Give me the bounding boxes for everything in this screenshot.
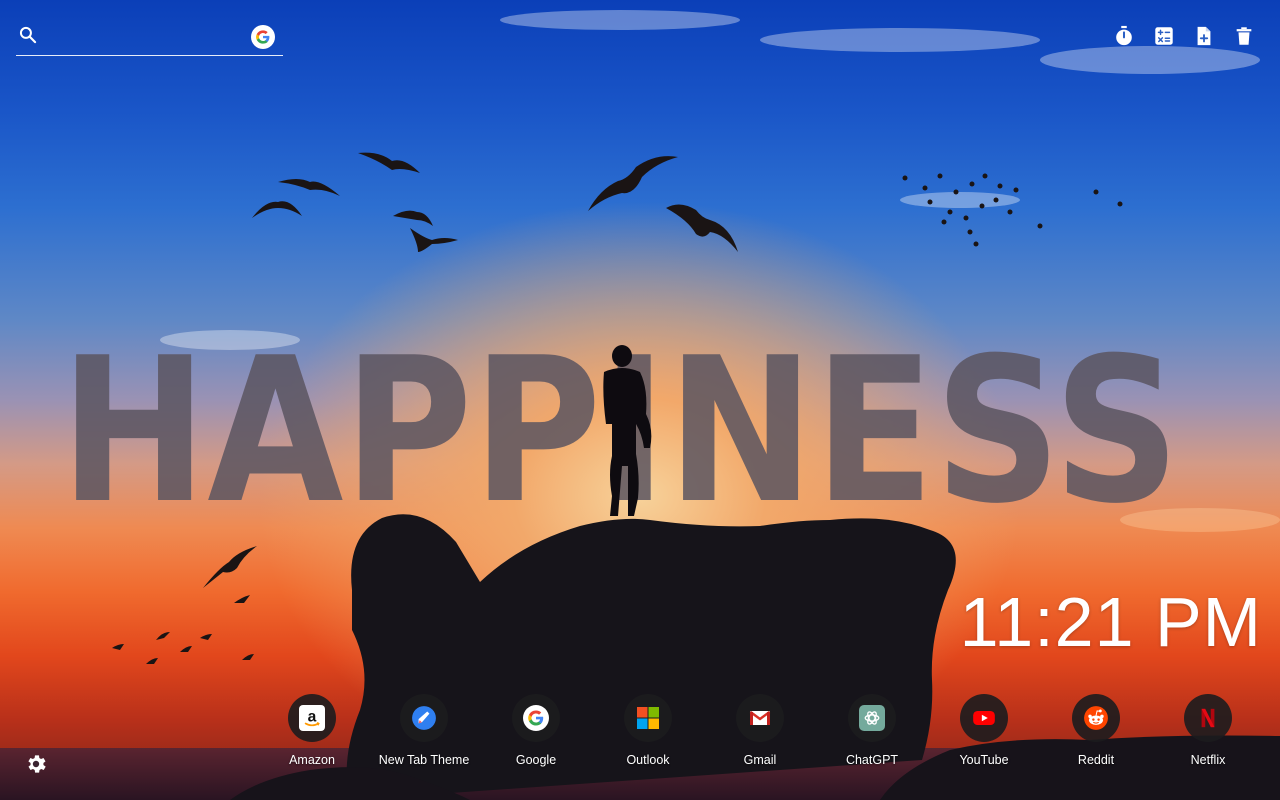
calculator-icon [1155, 27, 1173, 45]
wallpaper-scene: HAPPINESS [60, 10, 1280, 800]
google-g-icon[interactable] [251, 25, 275, 49]
youtube-icon [960, 694, 1008, 742]
search-bar [16, 20, 283, 56]
amazon-icon: a [288, 694, 336, 742]
timer-button[interactable] [1112, 24, 1136, 48]
shortcut-dock: a Amazon New Tab Theme Google Outlook Gm… [256, 694, 1264, 774]
delete-button[interactable] [1232, 24, 1256, 48]
shortcut-label: Gmail [743, 753, 777, 767]
shortcut-label: ChatGPT [845, 753, 899, 767]
netflix-icon [1184, 694, 1232, 742]
new-note-button[interactable] [1192, 24, 1216, 48]
search-icon[interactable] [18, 25, 38, 45]
shortcut-chatgpt[interactable]: ChatGPT [816, 694, 928, 774]
bird-flock [902, 173, 1123, 247]
gmail-icon [736, 694, 784, 742]
shortcut-gmail[interactable]: Gmail [704, 694, 816, 774]
shortcut-netflix[interactable]: Netflix [1152, 694, 1264, 774]
clock-time: 11:21 PM [959, 583, 1262, 661]
google-icon [512, 694, 560, 742]
shortcut-new-tab-theme[interactable]: New Tab Theme [368, 694, 480, 774]
chatgpt-icon [848, 694, 896, 742]
file-plus-icon [1197, 26, 1211, 46]
shortcut-label: YouTube [959, 753, 1009, 767]
shortcut-label: Amazon [289, 753, 335, 767]
reddit-icon [1072, 694, 1120, 742]
calculator-button[interactable] [1152, 24, 1176, 48]
top-toolbar [1112, 24, 1256, 48]
shortcut-label: Reddit [1077, 753, 1115, 767]
shortcut-google[interactable]: Google [480, 694, 592, 774]
shortcut-label: New Tab Theme [378, 753, 470, 767]
shortcut-label: Outlook [626, 753, 670, 767]
settings-button[interactable] [24, 752, 48, 776]
shortcut-amazon[interactable]: a Amazon [256, 694, 368, 774]
shortcut-reddit[interactable]: Reddit [1040, 694, 1152, 774]
new-tab-theme-icon [400, 694, 448, 742]
shortcut-youtube[interactable]: YouTube [928, 694, 1040, 774]
search-input[interactable] [50, 24, 250, 50]
svg-text:a: a [308, 709, 317, 726]
stopwatch-icon [1116, 25, 1132, 46]
shortcut-label: Google [515, 753, 557, 767]
shortcut-label: Netflix [1190, 753, 1226, 767]
trash-icon [1236, 27, 1252, 45]
shortcut-outlook[interactable]: Outlook [592, 694, 704, 774]
microsoft-icon [624, 694, 672, 742]
gear-icon [28, 755, 46, 773]
